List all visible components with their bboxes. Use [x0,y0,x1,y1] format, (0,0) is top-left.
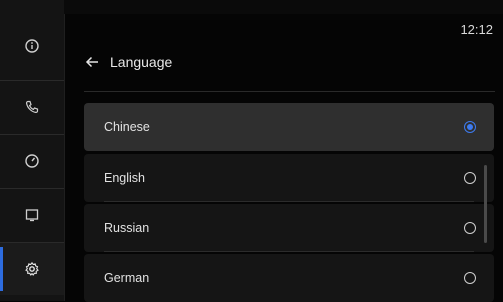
radio-selected[interactable] [464,121,476,133]
page-title: Language [110,54,173,70]
sidebar-item-gauge[interactable] [0,134,64,187]
settings-icon [25,261,39,276]
sidebar [0,0,65,301]
page-header: Language [84,50,172,74]
language-option-russian[interactable]: Russian [84,204,494,252]
language-label: English [104,171,145,185]
sidebar-item-display[interactable] [0,188,64,241]
language-label: Chinese [104,120,150,134]
language-label: German [104,271,150,285]
status-bar [64,0,503,14]
info-icon [25,39,39,53]
sidebar-item-settings[interactable] [0,242,64,295]
display-icon [25,209,39,222]
language-option-chinese[interactable]: Chinese [84,103,494,151]
gauge-icon [25,154,39,168]
row-divider [104,251,474,252]
row-divider [104,201,474,202]
scrollbar[interactable] [484,165,487,243]
sidebar-item-info[interactable] [0,20,64,72]
header-divider [84,91,495,92]
clock: 12:12 [460,22,493,37]
language-label: Russian [104,221,150,235]
sidebar-item-phone[interactable] [0,80,64,133]
arrow-left-icon[interactable] [84,54,100,70]
phone-icon [25,100,39,114]
language-option-english[interactable]: English [84,154,494,202]
radio-unselected[interactable] [464,272,476,284]
radio-unselected[interactable] [464,222,476,234]
language-option-german[interactable]: German [84,254,494,302]
radio-unselected[interactable] [464,172,476,184]
